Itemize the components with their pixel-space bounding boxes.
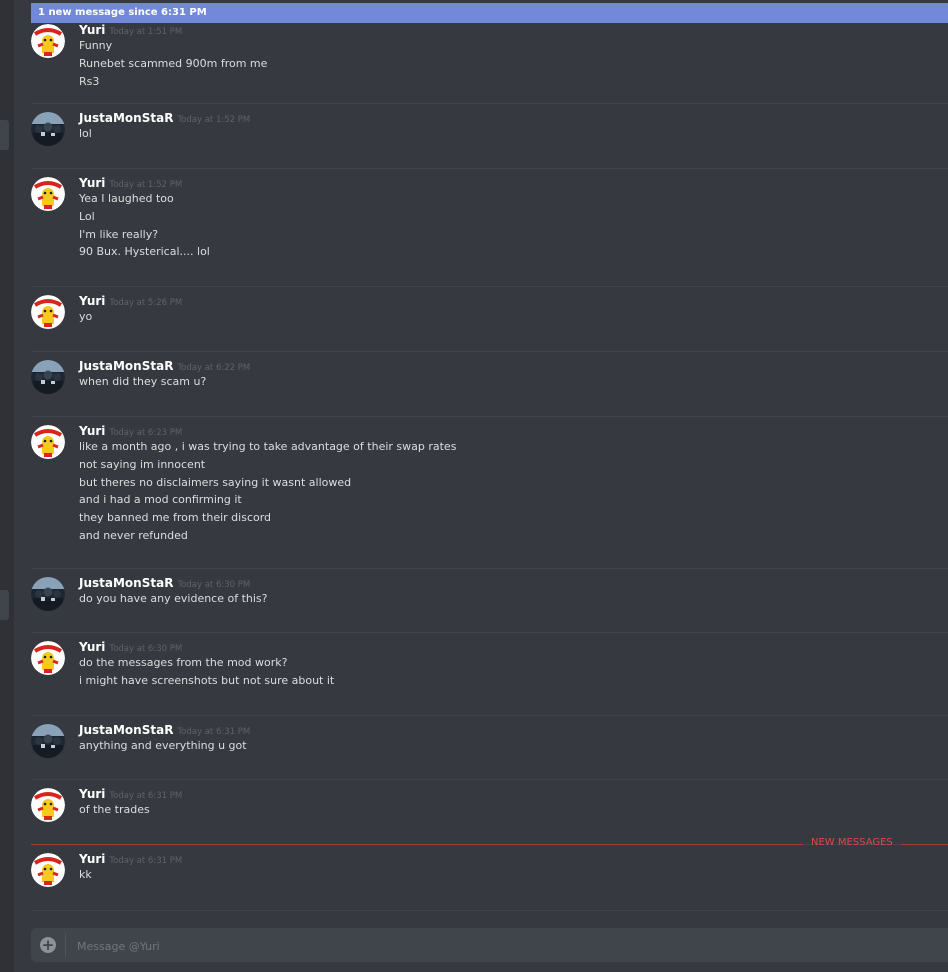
message-timestamp: Today at 6:31 PM: [177, 727, 251, 737]
author-name[interactable]: JustaMonStaR: [79, 723, 173, 737]
message-group: JustaMonStaR Today at 6:30 PM do you have …: [31, 569, 948, 633]
sidebar-nub: [0, 120, 9, 150]
author-name[interactable]: Yuri: [79, 640, 105, 654]
message-text: I'm like really?: [79, 227, 159, 241]
author-name[interactable]: JustaMonStaR: [79, 359, 173, 373]
message-group: Yuri Today at 6:31 PM of the trades: [31, 780, 948, 845]
avatar[interactable]: [31, 853, 65, 887]
avatar[interactable]: [31, 641, 65, 675]
new-messages-label: NEW MESSAGES: [811, 837, 893, 848]
message-composer: +: [31, 928, 948, 964]
message-text: and never refunded: [79, 529, 188, 542]
message-group: Yuri Today at 6:31 PM kk: [31, 845, 948, 911]
message-group: JustaMonStaR Today at 6:31 PM anything and…: [31, 716, 948, 780]
divider-rule: [31, 844, 803, 845]
message-text: Rs3: [79, 74, 100, 88]
message-header: JustaMonStaR Today at 6:30 PM: [79, 576, 250, 590]
message-text: Runebet scammed 900m from me: [79, 56, 268, 70]
message-text: anything and everything u got: [79, 739, 247, 752]
author-name[interactable]: Yuri: [79, 294, 105, 308]
upload-plus-icon[interactable]: +: [40, 937, 56, 953]
message-text: of the trades: [79, 803, 150, 816]
message-text: Funny: [79, 39, 113, 52]
avatar[interactable]: [31, 724, 65, 758]
avatar[interactable]: [31, 788, 65, 822]
message-timestamp: Today at 1:51 PM: [109, 27, 183, 37]
message-timestamp: Today at 6:23 PM: [109, 428, 183, 438]
message-text: Yea I laughed too: [79, 192, 174, 205]
sidebar-nub: [0, 590, 9, 620]
message-timestamp: Today at 1:52 PM: [109, 180, 183, 190]
message-header: JustaMonStaR Today at 1:52 PM: [79, 111, 250, 125]
message-group: JustaMonStaR Today at 6:22 PM when did the…: [31, 352, 948, 417]
message-header: Yuri Today at 6:31 PM: [79, 787, 182, 801]
message-group: Yuri Today at 6:30 PM do the messages from…: [31, 633, 948, 716]
message-header: JustaMonStaR Today at 6:22 PM: [79, 359, 250, 373]
avatar[interactable]: [31, 360, 65, 394]
avatar[interactable]: [31, 24, 65, 58]
message-text: like a month ago , i was trying to take …: [79, 440, 457, 453]
message-text: do the messages from the mod work?: [79, 656, 288, 669]
message-timestamp: Today at 1:52 PM: [177, 115, 251, 125]
message-text: but theres no disclaimers saying it wasn…: [79, 475, 352, 489]
message-group: JustaMonStaR Today at 1:52 PM lol: [31, 104, 948, 169]
new-messages-divider: NEW MESSAGES: [31, 837, 948, 848]
author-name[interactable]: Yuri: [79, 787, 105, 801]
message-group: Yuri Today at 5:26 PM yo: [31, 287, 948, 352]
message-header: Yuri Today at 5:26 PM: [79, 294, 182, 308]
message-timestamp: Today at 6:31 PM: [109, 791, 183, 801]
message-header: Yuri Today at 6:31 PM: [79, 852, 182, 866]
message-timestamp: Today at 6:30 PM: [109, 644, 183, 654]
author-name[interactable]: Yuri: [79, 424, 105, 438]
author-name[interactable]: Yuri: [79, 176, 105, 190]
message-group: Yuri Today at 1:51 PM Funny Runebet scammed…: [31, 16, 948, 104]
message-timestamp: Today at 5:26 PM: [109, 298, 183, 308]
message-timestamp: Today at 6:22 PM: [177, 363, 251, 373]
message-header: Yuri Today at 6:30 PM: [79, 640, 182, 654]
author-name[interactable]: JustaMonStaR: [79, 576, 173, 590]
author-name[interactable]: JustaMonStaR: [79, 111, 173, 125]
message-header: Yuri Today at 1:52 PM: [79, 176, 182, 190]
avatar[interactable]: [31, 425, 65, 459]
message-header: JustaMonStaR Today at 6:31 PM: [79, 723, 250, 737]
message-text: when did they scam u?: [79, 375, 207, 388]
message-header: Yuri Today at 1:51 PM: [79, 23, 182, 37]
message-text: i might have screenshots but not sure ab…: [79, 673, 335, 687]
message-text: and i had a mod confirming it: [79, 493, 242, 507]
avatar[interactable]: [31, 112, 65, 146]
message-text: kk: [79, 868, 92, 881]
message-group: Yuri Today at 1:52 PM Yea I laughed too Lol…: [31, 169, 948, 287]
avatar[interactable]: [31, 577, 65, 611]
divider-rule: [901, 844, 948, 845]
message-text: they banned me from their discord: [79, 511, 272, 525]
server-list-edge: [0, 0, 14, 972]
message-input[interactable]: [75, 928, 939, 964]
new-messages-banner[interactable]: 1 new message since 6:31 PM: [31, 3, 948, 23]
message-text: yo: [79, 310, 93, 323]
author-name[interactable]: Yuri: [79, 23, 105, 37]
message-text: not saying im innocent: [79, 457, 206, 471]
message-timestamp: Today at 6:30 PM: [177, 580, 251, 590]
composer-separator: [65, 933, 66, 957]
message-header: Yuri Today at 6:23 PM: [79, 424, 182, 438]
message-group: Yuri Today at 6:23 PM like a month ago , i…: [31, 417, 948, 569]
message-text: do you have any evidence of this?: [79, 592, 268, 605]
message-text: lol: [79, 127, 92, 140]
message-text: Lol: [79, 209, 95, 223]
author-name[interactable]: Yuri: [79, 852, 105, 866]
message-text: 90 Bux. Hysterical.... lol: [79, 245, 210, 259]
avatar[interactable]: [31, 295, 65, 329]
message-timestamp: Today at 6:31 PM: [109, 856, 183, 866]
avatar[interactable]: [31, 177, 65, 211]
